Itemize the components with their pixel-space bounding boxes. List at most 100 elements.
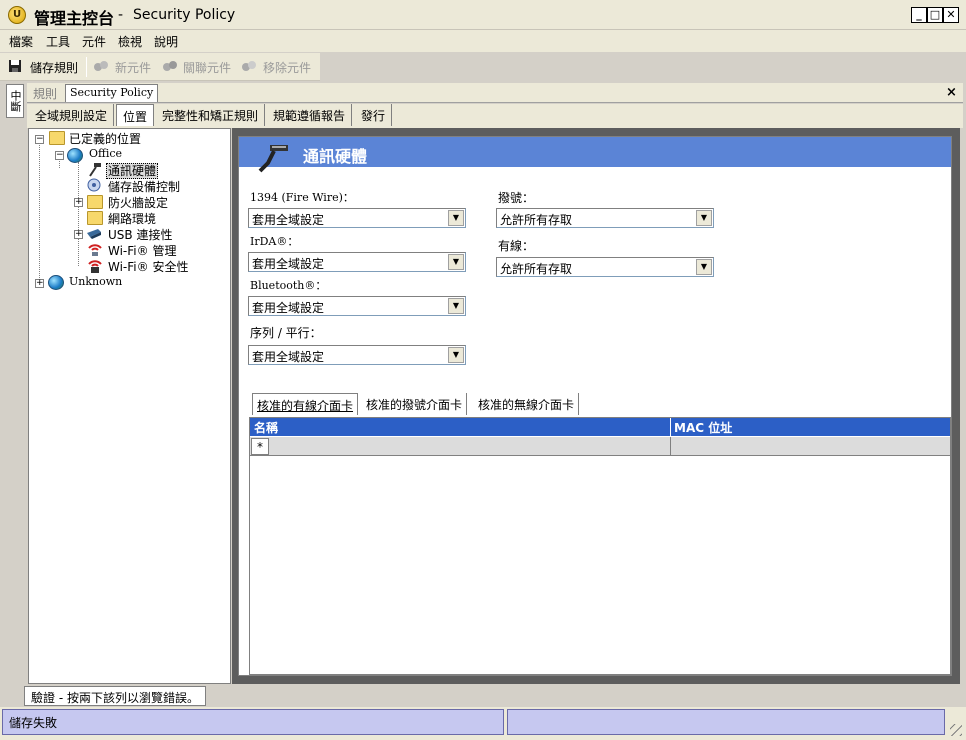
expand-icon[interactable]: + bbox=[74, 230, 83, 239]
window-title-separator: - bbox=[118, 7, 124, 23]
collapse-icon[interactable]: − bbox=[35, 135, 44, 144]
chevron-down-icon[interactable]: ▼ bbox=[448, 298, 464, 314]
menu-tools[interactable]: 工具 bbox=[46, 33, 70, 50]
remove-component-button[interactable]: 移除元件 bbox=[263, 59, 311, 76]
chevron-down-icon[interactable]: ▼ bbox=[448, 347, 464, 363]
status-message: 儲存失敗 bbox=[2, 709, 504, 735]
cable-icon bbox=[256, 143, 292, 175]
maximize-button[interactable]: □ bbox=[927, 7, 943, 23]
chevron-down-icon[interactable]: ▼ bbox=[448, 254, 464, 270]
tree-item-defined-locations[interactable]: 已定義的位置 bbox=[69, 130, 141, 146]
wifi-icon bbox=[87, 241, 103, 257]
doc-tab-rule[interactable]: 規則 bbox=[33, 85, 57, 102]
firewire-label: 1394 (Fire Wire)： bbox=[250, 191, 354, 204]
toolbar-separator bbox=[86, 57, 87, 77]
cable-icon bbox=[88, 163, 102, 177]
expand-icon[interactable]: + bbox=[74, 198, 83, 207]
firewire-select[interactable]: 套用全域設定 ▼ bbox=[248, 208, 466, 228]
tree-item-usb[interactable]: USB 連接性 bbox=[108, 226, 172, 242]
menu-file[interactable]: 檔案 bbox=[9, 33, 33, 50]
tab-approved-wired-adapters[interactable]: 核准的有線介面卡 bbox=[252, 393, 359, 415]
serial-parallel-select[interactable]: 套用全域設定 ▼ bbox=[248, 345, 466, 365]
wired-label: 有線： bbox=[498, 239, 535, 253]
dialup-value: 允許所有存取 bbox=[500, 213, 573, 227]
storage-icon bbox=[87, 178, 102, 192]
column-header-name[interactable]: 名稱 bbox=[254, 419, 278, 436]
firewire-value: 套用全域設定 bbox=[252, 213, 325, 227]
tree-item-comm-hardware[interactable]: 通訊硬體 bbox=[106, 162, 159, 179]
new-row-marker: * bbox=[251, 438, 269, 455]
tree-item-storage-control[interactable]: 儲存設備控制 bbox=[108, 178, 180, 194]
tree-line bbox=[78, 162, 79, 266]
wired-select[interactable]: 允許所有存取 ▼ bbox=[496, 257, 714, 277]
tab-publish[interactable]: 發行 bbox=[355, 104, 393, 126]
folder-icon bbox=[49, 131, 65, 145]
document-tab-strip bbox=[27, 83, 963, 103]
tab-compliance-report[interactable]: 規範遵循報告 bbox=[267, 104, 353, 126]
save-rules-button[interactable]: 儲存規則 bbox=[30, 59, 78, 76]
tree-item-comm-hardware-label: 通訊硬體 bbox=[106, 163, 159, 179]
tab-global-rules[interactable]: 全域規則設定 bbox=[29, 104, 115, 126]
irda-label: IrDA®： bbox=[250, 235, 299, 248]
status-panel-secondary bbox=[507, 709, 945, 735]
tab-locations[interactable]: 位置 bbox=[116, 104, 155, 126]
window-title: 管理主控台 bbox=[34, 9, 115, 28]
expand-icon[interactable]: + bbox=[35, 279, 44, 288]
dialup-label: 撥號： bbox=[498, 191, 535, 205]
grid-header bbox=[250, 418, 950, 436]
side-tab-interrupt[interactable]: 中斷 bbox=[6, 84, 24, 118]
tab-approved-dialup-adapters[interactable]: 核准的撥號介面卡 bbox=[362, 393, 468, 415]
serial-parallel-label: 序列 / 平行： bbox=[250, 326, 322, 340]
column-divider bbox=[670, 418, 671, 436]
tree-line bbox=[39, 142, 40, 282]
bluetooth-select[interactable]: 套用全域設定 ▼ bbox=[248, 296, 466, 316]
remove-component-icon bbox=[241, 59, 256, 73]
menu-view[interactable]: 檢視 bbox=[118, 33, 142, 50]
folder-icon bbox=[87, 211, 103, 225]
wired-value: 允許所有存取 bbox=[500, 262, 573, 276]
doc-tab-security-policy[interactable]: Security Policy bbox=[65, 84, 159, 102]
dialup-select[interactable]: 允許所有存取 ▼ bbox=[496, 208, 714, 228]
resize-grip-icon[interactable] bbox=[950, 724, 962, 736]
chevron-down-icon[interactable]: ▼ bbox=[696, 259, 712, 275]
new-component-icon bbox=[93, 59, 108, 73]
validation-tab[interactable]: 驗證 - 按兩下該列以瀏覽錯誤。 bbox=[24, 686, 206, 706]
new-component-button[interactable]: 新元件 bbox=[115, 59, 151, 76]
link-component-icon bbox=[162, 59, 177, 73]
new-row[interactable] bbox=[250, 437, 950, 456]
tree-item-network-env[interactable]: 網路環境 bbox=[108, 210, 156, 226]
menu-help[interactable]: 說明 bbox=[154, 33, 178, 50]
irda-select[interactable]: 套用全域設定 ▼ bbox=[248, 252, 466, 272]
column-divider bbox=[670, 437, 671, 456]
menu-bar bbox=[0, 30, 966, 52]
globe-icon bbox=[48, 275, 64, 290]
collapse-icon[interactable]: − bbox=[55, 151, 64, 160]
column-header-mac[interactable]: MAC 位址 bbox=[674, 419, 732, 436]
content-title: 通訊硬體 bbox=[303, 147, 368, 166]
chevron-down-icon[interactable]: ▼ bbox=[448, 210, 464, 226]
menu-components[interactable]: 元件 bbox=[82, 33, 106, 50]
bluetooth-label: Bluetooth®： bbox=[250, 279, 327, 292]
minimize-button[interactable]: _ bbox=[911, 7, 927, 23]
window-subtitle: Security Policy bbox=[133, 7, 236, 23]
bluetooth-value: 套用全域設定 bbox=[252, 301, 325, 315]
irda-value: 套用全域設定 bbox=[252, 257, 325, 271]
save-icon bbox=[8, 59, 22, 73]
tab-integrity-remediation[interactable]: 完整性和矯正規則 bbox=[156, 104, 266, 126]
link-component-button[interactable]: 關聯元件 bbox=[183, 59, 231, 76]
serial-parallel-value: 套用全域設定 bbox=[252, 350, 325, 364]
tab-approved-wireless-adapters[interactable]: 核准的無線介面卡 bbox=[474, 393, 580, 415]
chevron-down-icon[interactable]: ▼ bbox=[696, 210, 712, 226]
doc-close-icon[interactable]: × bbox=[946, 85, 957, 100]
tree-item-unknown[interactable]: Unknown bbox=[69, 275, 122, 291]
tree-item-wifi-management[interactable]: Wi-Fi® 管理 bbox=[108, 242, 176, 258]
tree-item-firewall[interactable]: 防火牆設定 bbox=[108, 194, 168, 210]
folder-icon bbox=[87, 195, 103, 209]
globe-icon bbox=[67, 148, 83, 163]
tree-item-wifi-security[interactable]: Wi-Fi® 安全性 bbox=[108, 258, 188, 274]
usb-icon bbox=[86, 226, 103, 240]
tree-item-office[interactable]: Office bbox=[89, 147, 122, 163]
app-icon: U bbox=[8, 6, 26, 24]
close-button[interactable]: ✕ bbox=[943, 7, 959, 23]
wifi-security-icon bbox=[87, 257, 103, 273]
